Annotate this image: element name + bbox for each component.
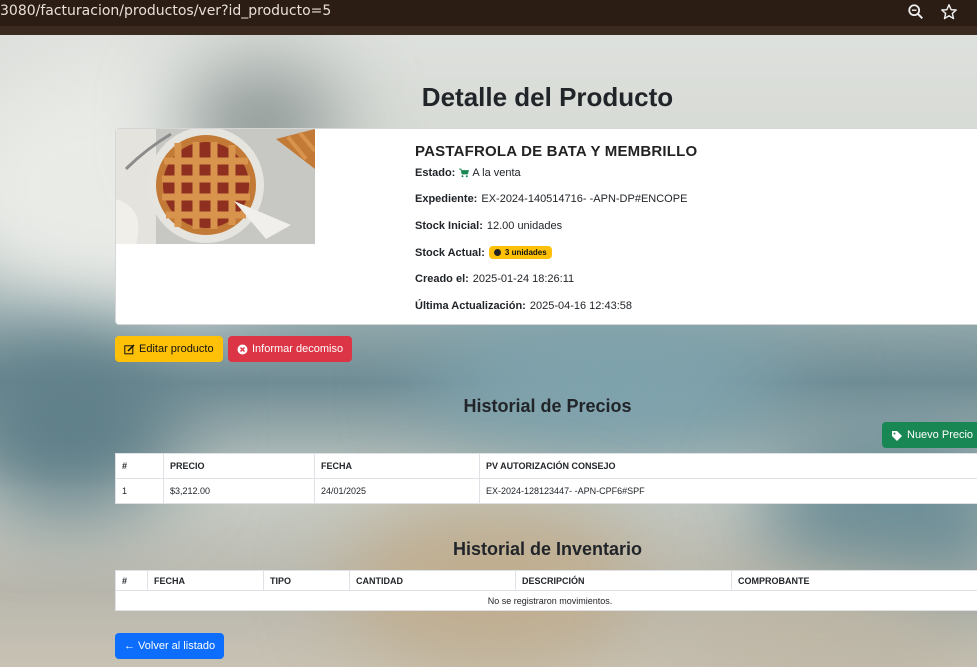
estado-label: Estado: bbox=[415, 167, 456, 179]
edit-product-label: Editar producto bbox=[139, 343, 214, 355]
tag-icon bbox=[892, 430, 902, 441]
x-circle-icon bbox=[237, 344, 248, 354]
stock-actual-badge-text: 3 unidades bbox=[504, 248, 547, 257]
back-to-list-label: ← Volver al listado bbox=[124, 640, 216, 652]
browser-chrome: 3080/facturacion/productos/ver?id_produc… bbox=[0, 0, 977, 35]
estado-row: Estado: A la venta bbox=[415, 167, 521, 179]
stock-actual-label: Stock Actual: bbox=[415, 246, 485, 259]
inventario-header-row: # FECHA TIPO CANTIDAD DESCRIPCIÓN COMPRO… bbox=[115, 570, 977, 591]
inventario-header-cell: DESCRIPCIÓN bbox=[515, 570, 732, 591]
empty-message: No se registraron movimientos. bbox=[115, 590, 977, 611]
creado-row: Creado el: 2025-01-24 18:26:11 bbox=[415, 273, 574, 285]
cart-icon bbox=[459, 168, 470, 178]
inventario-header-cell: # bbox=[115, 570, 148, 591]
informar-decomiso-button[interactable]: Informar decomiso bbox=[228, 336, 353, 362]
inventario-table: # FECHA TIPO CANTIDAD DESCRIPCIÓN COMPRO… bbox=[115, 570, 977, 611]
inventario-header-cell: CANTIDAD bbox=[349, 570, 516, 591]
edit-icon bbox=[124, 343, 135, 354]
table-cell: $3,212.00 bbox=[163, 478, 315, 504]
informar-decomiso-label: Informar decomiso bbox=[252, 343, 344, 355]
product-card: PASTAFROLA DE BATA Y MEMBRILLO Estado: A… bbox=[115, 128, 977, 325]
expediente-label: Expediente: bbox=[415, 193, 478, 205]
precios-header-cell: PV AUTORIZACIÓN CONSEJO bbox=[479, 453, 977, 479]
precios-header-cell: FECHA bbox=[314, 453, 480, 479]
star-icon[interactable] bbox=[939, 2, 959, 22]
inventario-header-cell: FECHA bbox=[147, 570, 264, 591]
expediente-row: Expediente: EX-2024-140514716- -APN-DP#E… bbox=[415, 193, 687, 205]
table-cell: EX-2024-128123447- -APN-CPF6#SPF bbox=[479, 478, 977, 504]
product-name: PASTAFROLA DE BATA Y MEMBRILLO bbox=[415, 143, 698, 160]
table-row: No se registraron movimientos. bbox=[115, 590, 977, 611]
stock-inicial-value: 12.00 unidades bbox=[486, 220, 563, 232]
nuevo-precio-button[interactable]: Nuevo Precio bbox=[882, 422, 977, 448]
expediente-value: EX-2024-140514716- -APN-DP#ENCOPE bbox=[481, 193, 688, 205]
estado-value: A la venta bbox=[472, 167, 521, 179]
actualizacion-row: Última Actualización: 2025-04-16 12:43:5… bbox=[415, 300, 632, 312]
nuevo-precio-label: Nuevo Precio bbox=[907, 429, 974, 441]
url-text[interactable]: 3080/facturacion/productos/ver?id_produc… bbox=[0, 3, 331, 19]
product-image bbox=[116, 129, 315, 244]
precios-header-cell: # bbox=[115, 453, 164, 479]
info-icon bbox=[493, 249, 501, 256]
actualizacion-label: Última Actualización: bbox=[415, 300, 526, 312]
creado-value: 2025-01-24 18:26:11 bbox=[472, 273, 575, 285]
precios-table: # PRECIO FECHA PV AUTORIZACIÓN CONSEJO 1… bbox=[115, 453, 977, 504]
stock-actual-badge: 3 unidades bbox=[488, 246, 552, 259]
precios-header-row: # PRECIO FECHA PV AUTORIZACIÓN CONSEJO bbox=[115, 453, 977, 479]
back-to-list-button[interactable]: ← Volver al listado bbox=[115, 633, 225, 659]
page-title: Detalle del Producto bbox=[421, 82, 674, 112]
stock-actual-row: Stock Actual: 3 unidades bbox=[415, 246, 552, 259]
stock-inicial-label: Stock Inicial: bbox=[415, 220, 483, 232]
edit-product-button[interactable]: Editar producto bbox=[115, 336, 223, 362]
precios-header-cell: PRECIO bbox=[163, 453, 315, 479]
creado-label: Creado el: bbox=[415, 273, 469, 285]
actualizacion-value: 2025-04-16 12:43:58 bbox=[529, 300, 632, 312]
stock-inicial-row: Stock Inicial: 12.00 unidades bbox=[415, 220, 562, 232]
precios-title: Historial de Precios bbox=[463, 396, 632, 416]
inventario-title: Historial de Inventario bbox=[452, 539, 643, 559]
table-row: 1 $3,212.00 24/01/2025 EX-2024-128123447… bbox=[115, 478, 977, 504]
product-info: PASTAFROLA DE BATA Y MEMBRILLO Estado: A… bbox=[415, 143, 698, 312]
inventario-header-cell: TIPO bbox=[263, 570, 350, 591]
table-cell: 24/01/2025 bbox=[314, 478, 480, 504]
zoom-out-icon[interactable] bbox=[906, 2, 926, 22]
address-bar[interactable]: 3080/facturacion/productos/ver?id_produc… bbox=[0, 0, 977, 26]
table-cell: 1 bbox=[115, 478, 164, 504]
inventario-header-cell: COMPROBANTE bbox=[731, 570, 977, 591]
